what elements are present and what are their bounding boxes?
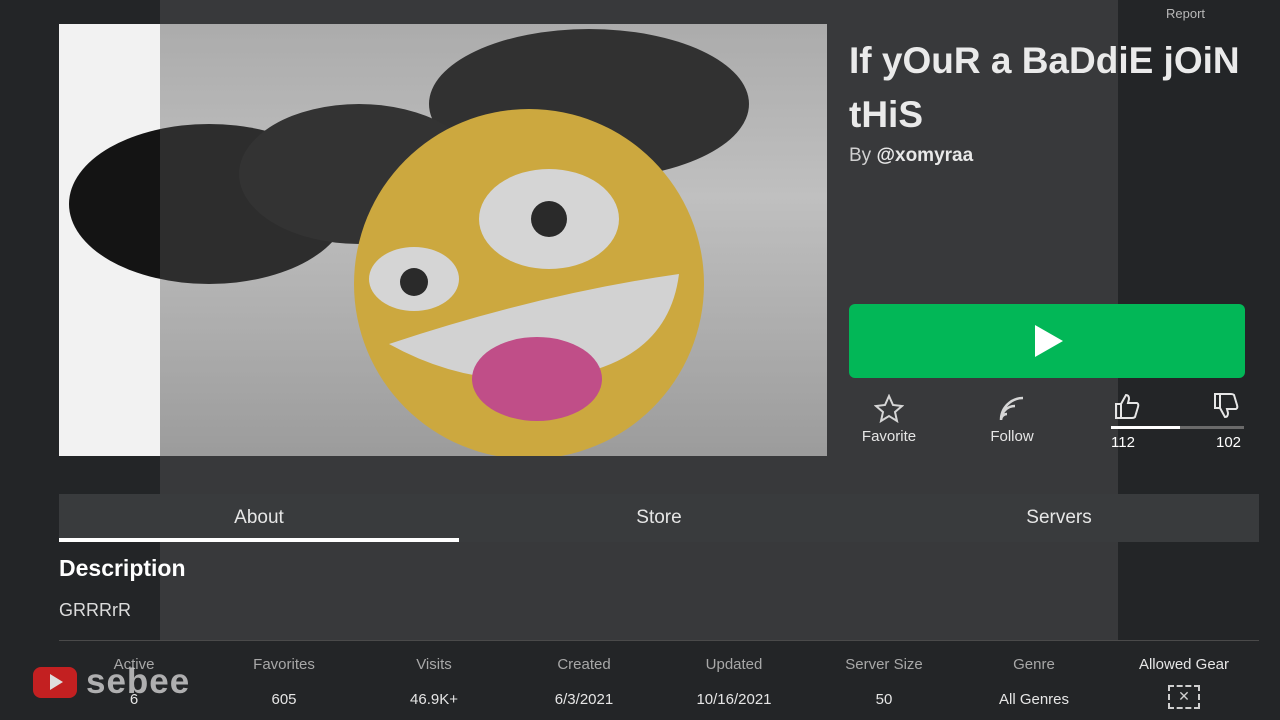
stat-value: 6/3/2021 bbox=[554, 691, 614, 708]
description-heading: Description bbox=[59, 555, 186, 581]
stat-label: Created bbox=[557, 656, 611, 673]
stat-label: Favorites bbox=[253, 656, 315, 673]
vote-ratio-bar bbox=[1111, 426, 1244, 429]
favorite-label: Favorite bbox=[861, 428, 917, 445]
stat-value: 46.9K+ bbox=[410, 691, 458, 708]
stat-value: 605 bbox=[271, 691, 297, 708]
stat-label: Updated bbox=[705, 656, 763, 673]
watermark: sebee bbox=[33, 662, 190, 702]
stat-value: All Genres bbox=[998, 691, 1070, 708]
by-prefix: By bbox=[849, 145, 872, 166]
game-title: If yOuR a BaDdiE jOiN tHiS bbox=[849, 40, 1240, 135]
follow-button[interactable]: Follow bbox=[982, 394, 1042, 445]
follow-icon bbox=[999, 396, 1024, 421]
favorite-button[interactable]: Favorite bbox=[859, 394, 919, 445]
tab-bar: About Store Servers bbox=[59, 494, 1259, 542]
youtube-icon bbox=[33, 666, 77, 698]
description-text: GRRRrR bbox=[59, 600, 131, 620]
creator-byline: By @xomyraa bbox=[849, 145, 973, 167]
emoji-right-pupil bbox=[531, 201, 567, 237]
stat-label: Server Size bbox=[845, 656, 923, 673]
thumbs-down-icon bbox=[1214, 393, 1239, 419]
stat-value: 10/16/2021 bbox=[696, 691, 772, 708]
watermark-text: sebee bbox=[86, 662, 191, 701]
report-link[interactable]: Report bbox=[1166, 6, 1205, 21]
tab-servers[interactable]: Servers bbox=[859, 494, 1259, 542]
stat-genre: Genre All Genres bbox=[959, 655, 1109, 709]
game-thumbnail bbox=[59, 24, 827, 456]
downvote-button[interactable] bbox=[1212, 392, 1240, 425]
stat-visits: Visits 46.9K+ bbox=[359, 655, 509, 709]
stat-label: Genre bbox=[1013, 656, 1055, 673]
stat-favorites: Favorites 605 bbox=[209, 655, 359, 709]
star-icon bbox=[874, 394, 904, 424]
stat-value: 50 bbox=[875, 691, 893, 708]
upvote-button[interactable] bbox=[1113, 392, 1141, 425]
stat-server-size: Server Size 50 bbox=[809, 655, 959, 709]
play-icon bbox=[1035, 325, 1063, 357]
follow-label: Follow bbox=[990, 428, 1034, 445]
creator-link[interactable]: @xomyraa bbox=[876, 145, 973, 166]
stat-created: Created 6/3/2021 bbox=[509, 655, 659, 709]
no-gear-icon[interactable]: ✕ bbox=[1168, 685, 1200, 709]
emoji-left-pupil bbox=[400, 268, 428, 296]
vote-ratio-fill bbox=[1111, 426, 1181, 429]
divider bbox=[59, 640, 1259, 641]
downvote-count: 102 bbox=[1216, 434, 1242, 451]
stat-updated: Updated 10/16/2021 bbox=[659, 655, 809, 709]
stat-allowed-gear: Allowed Gear ✕ bbox=[1109, 655, 1259, 709]
game-stats: Active 6 Favorites 605 Visits 46.9K+ Create… bbox=[59, 655, 1259, 709]
emoji-tongue bbox=[472, 337, 602, 421]
tab-about[interactable]: About bbox=[59, 494, 459, 542]
tab-store[interactable]: Store bbox=[459, 494, 859, 542]
stat-label: Allowed Gear bbox=[1138, 656, 1230, 673]
emoji-image bbox=[69, 29, 749, 456]
upvote-count: 112 bbox=[1111, 434, 1135, 451]
play-button[interactable] bbox=[849, 304, 1245, 378]
thumbs-up-icon bbox=[1115, 393, 1140, 419]
stat-label: Visits bbox=[416, 656, 452, 673]
